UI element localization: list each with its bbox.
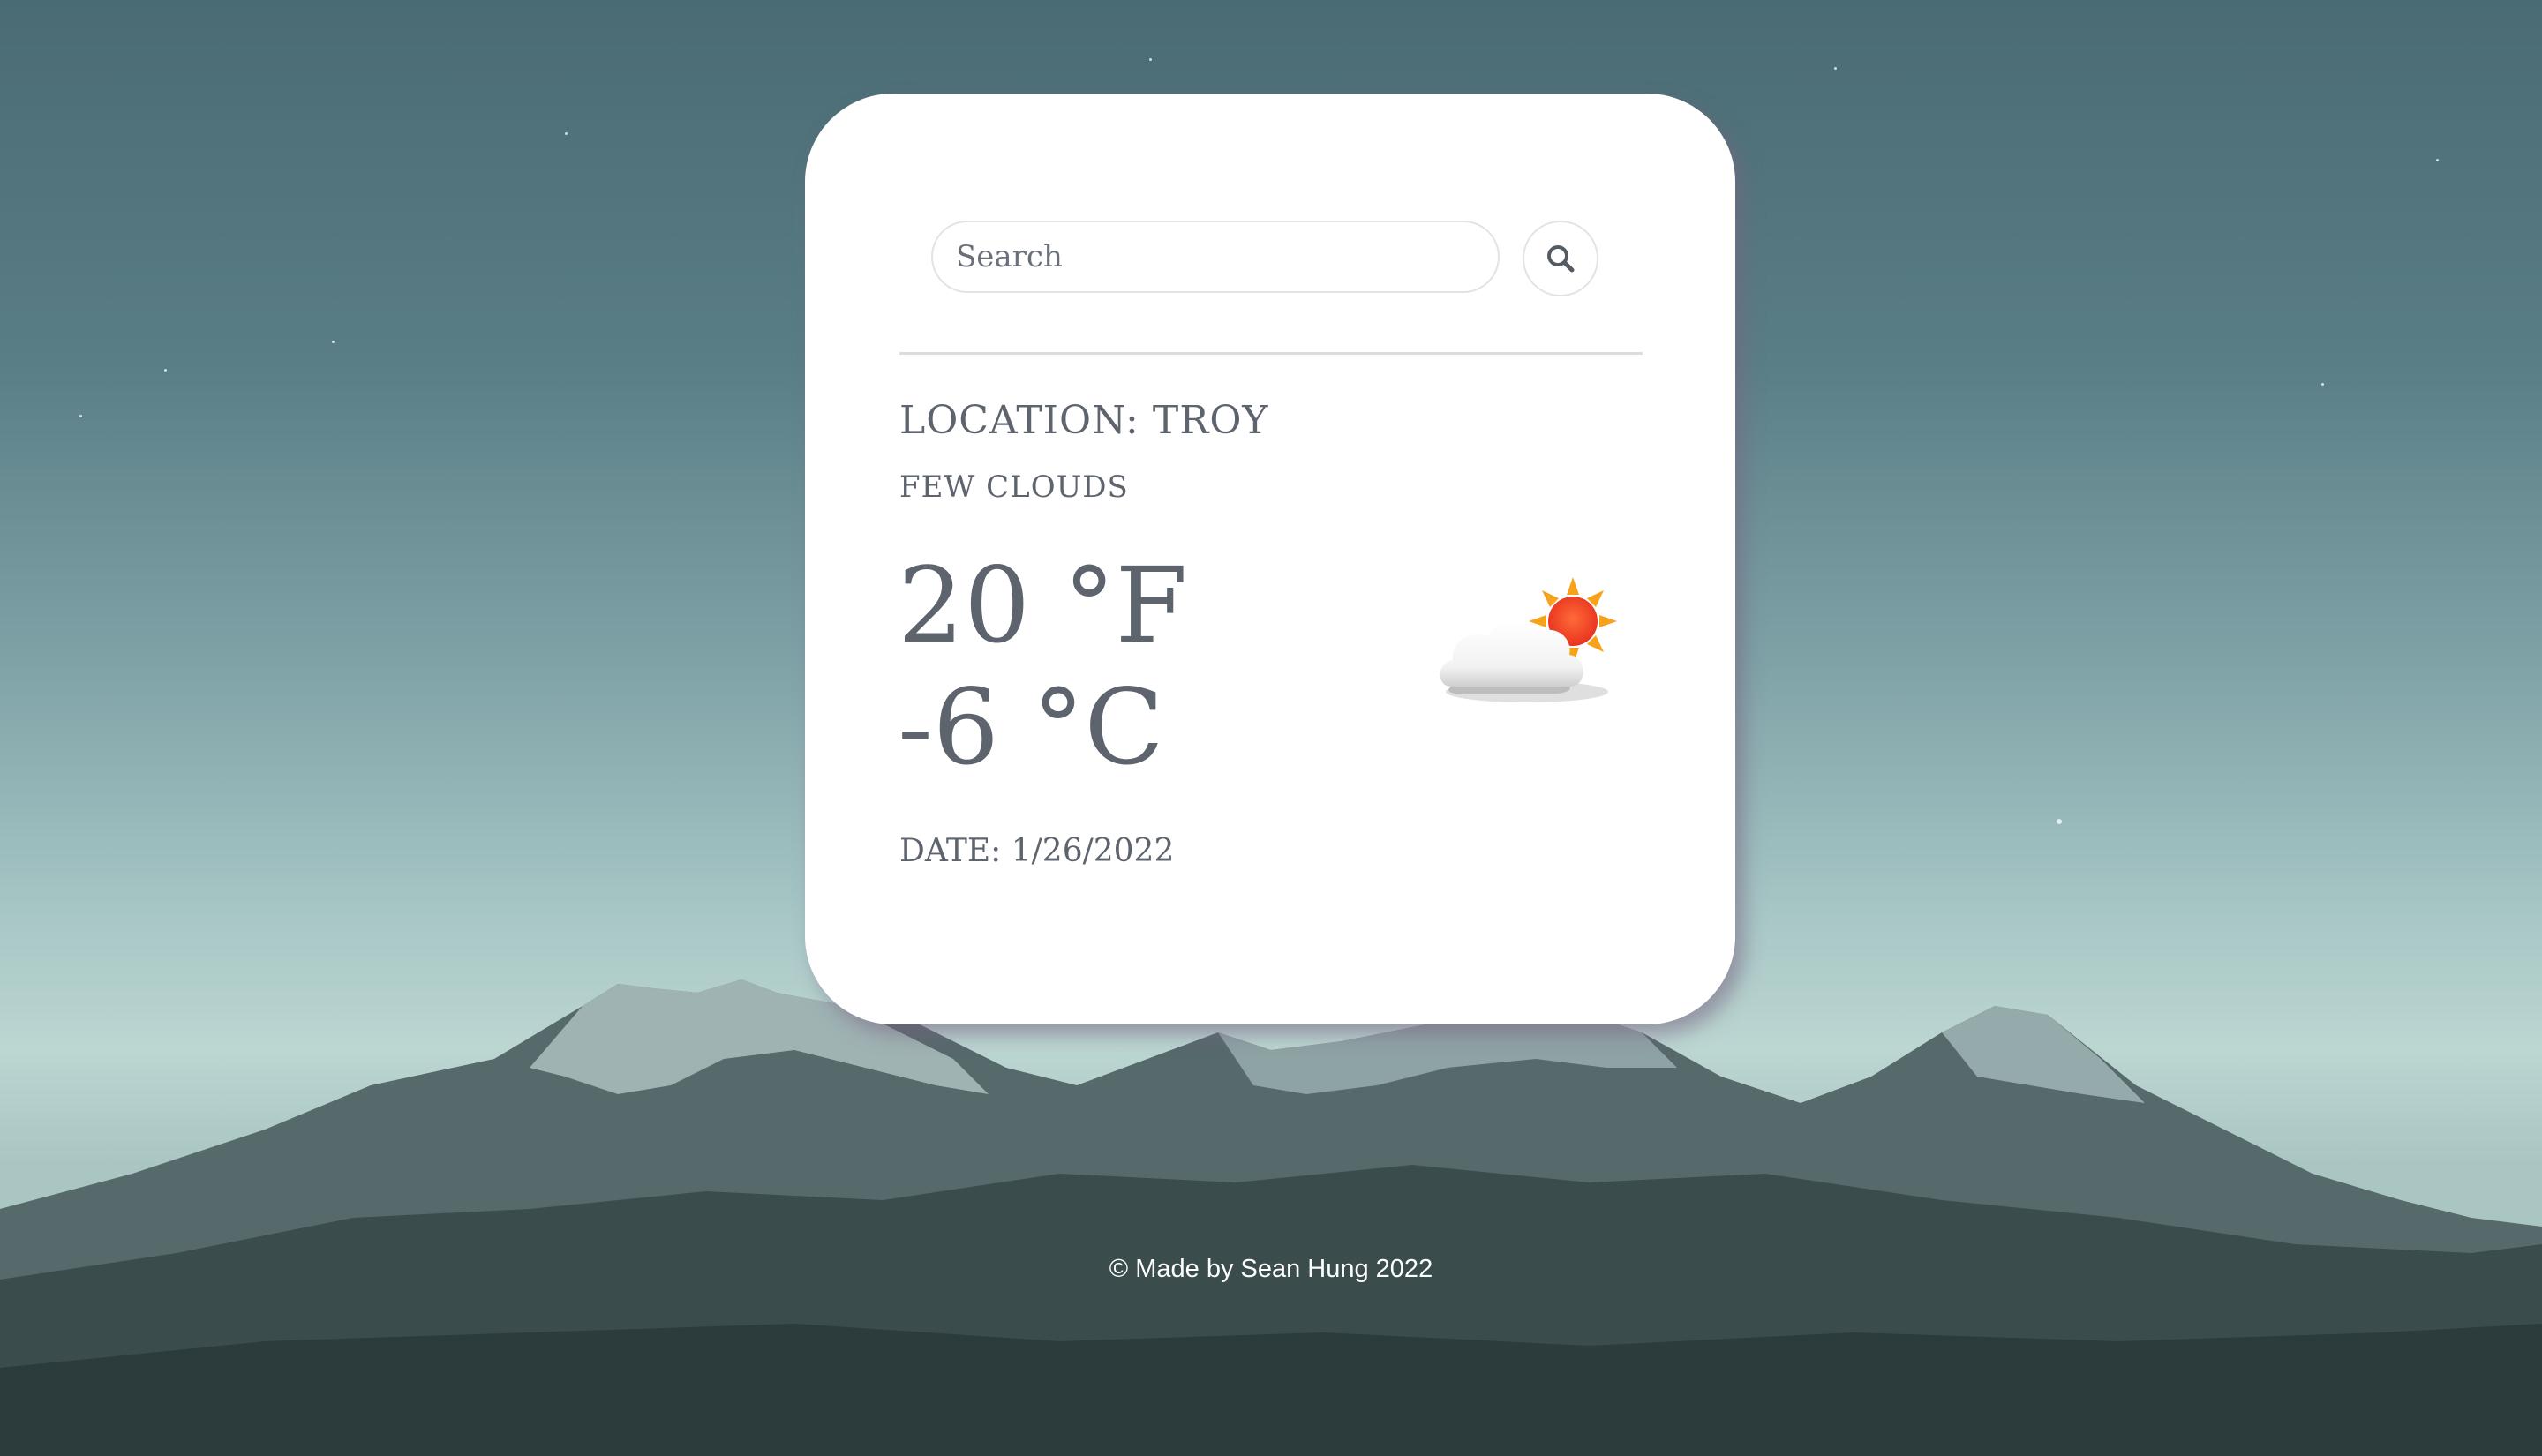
weather-card: LOCATION: TROY FEW CLOUDS 20 °F -6 °C <box>805 94 1735 1024</box>
search-bar <box>931 221 1598 296</box>
few-clouds-icon <box>1440 577 1617 702</box>
footer-credit: © Made by Sean Hung 2022 <box>1109 1255 1433 1283</box>
divider <box>899 352 1643 355</box>
mountain-landscape <box>0 979 2542 1456</box>
weather-date: DATE: 1/26/2022 <box>899 833 1175 869</box>
temperature-celsius: -6 °C <box>898 666 1164 788</box>
temperature-fahrenheit: 20 °F <box>898 544 1188 666</box>
location-label: LOCATION: TROY <box>899 398 1269 443</box>
search-input[interactable] <box>931 221 1500 293</box>
search-button[interactable] <box>1523 221 1598 296</box>
search-icon <box>1547 245 1575 273</box>
weather-condition: FEW CLOUDS <box>899 469 1129 505</box>
